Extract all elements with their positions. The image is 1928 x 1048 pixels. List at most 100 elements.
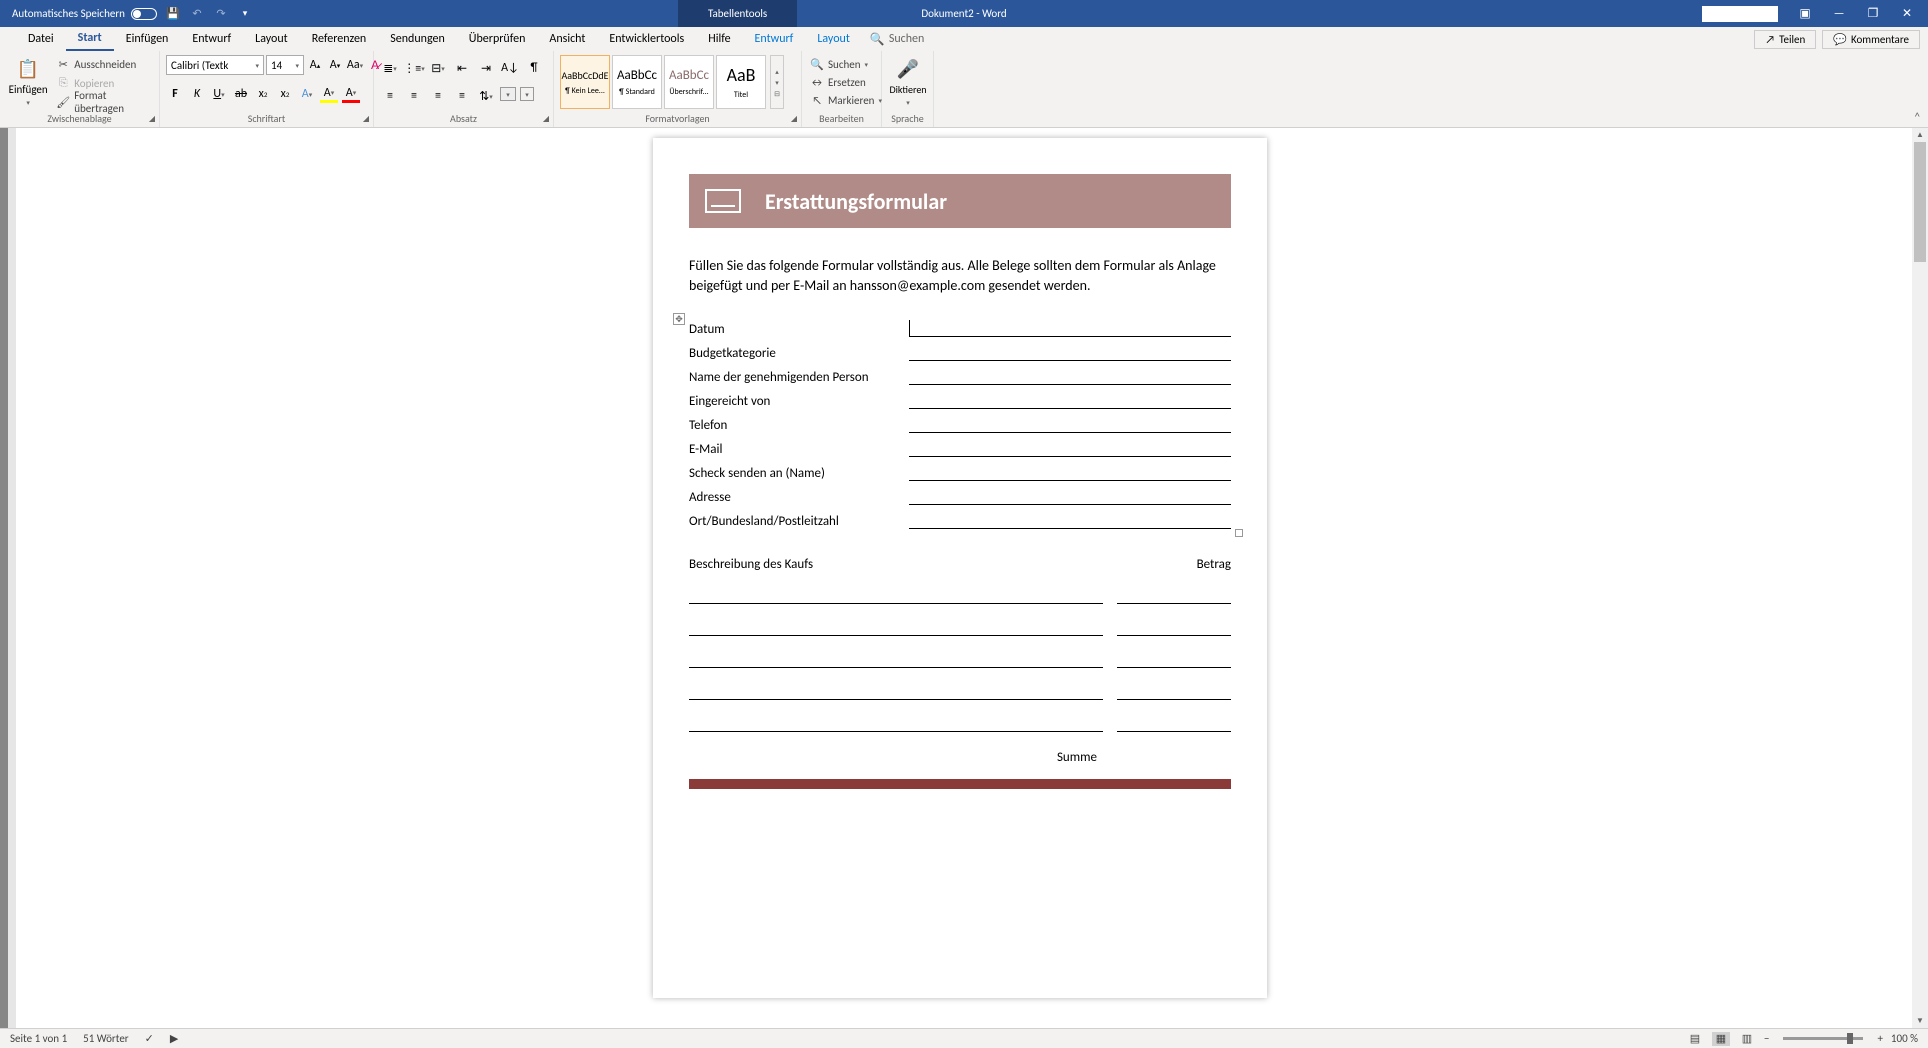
style-title[interactable]: AaBTitel (716, 55, 766, 109)
italic-button[interactable]: K (188, 85, 206, 103)
highlight-button[interactable]: A▾ (320, 85, 338, 103)
subscript-button[interactable]: x2 (254, 85, 272, 103)
tab-referenzen[interactable]: Referenzen (300, 28, 379, 50)
tab-einfuegen[interactable]: Einfügen (114, 28, 181, 50)
purchase-amount-line[interactable] (1117, 618, 1231, 636)
grow-font-icon[interactable]: A▴ (306, 56, 324, 74)
read-mode-icon[interactable]: ▤ (1686, 1032, 1704, 1046)
table-tools-tab[interactable]: Tabellentools (678, 0, 797, 27)
redo-icon[interactable]: ↷ (213, 6, 229, 22)
justify-button[interactable]: ≡ (452, 87, 472, 105)
vertical-scrollbar[interactable]: ▲ ▼ (1912, 128, 1928, 1028)
tab-ctx-entwurf[interactable]: Entwurf (743, 28, 806, 50)
style-no-spacing[interactable]: AaBbCcDdE¶ Kein Lee... (560, 55, 610, 109)
tell-me-search[interactable]: 🔍Suchen (862, 32, 932, 47)
tab-ansicht[interactable]: Ansicht (537, 28, 597, 50)
close-icon[interactable]: ✕ (1892, 3, 1922, 25)
purchase-amount-line[interactable] (1117, 682, 1231, 700)
zoom-in-button[interactable]: + (1877, 1032, 1882, 1045)
font-color-button[interactable]: A▾ (342, 85, 360, 103)
purchase-desc-line[interactable] (689, 586, 1103, 604)
change-case-icon[interactable]: Aa▾ (346, 56, 364, 74)
bullets-button[interactable]: ≣▾ (380, 59, 400, 77)
increase-indent-button[interactable]: ⇥ (476, 59, 496, 77)
cut-button[interactable]: ✂Ausschneiden (54, 55, 153, 73)
align-center-button[interactable]: ≡ (404, 87, 424, 105)
tab-datei[interactable]: Datei (16, 28, 66, 50)
borders-button[interactable]: ▾ (520, 87, 534, 101)
font-size-select[interactable]: 14▾ (266, 55, 304, 75)
multilevel-button[interactable]: ⊟▾ (428, 59, 448, 77)
decrease-indent-button[interactable]: ⇤ (452, 59, 472, 77)
line-spacing-button[interactable]: ⇅▾ (476, 87, 496, 105)
tab-layout[interactable]: Layout (243, 28, 300, 50)
shading-button[interactable]: ▾ (500, 87, 516, 101)
web-layout-icon[interactable]: ▥ (1738, 1032, 1756, 1046)
format-painter-button[interactable]: 🖌Format übertragen (54, 93, 153, 111)
doc-instructions[interactable]: Füllen Sie das folgende Formular vollstä… (689, 256, 1231, 295)
styles-more-button[interactable]: ▴▾⊟ (770, 55, 784, 109)
tab-sendungen[interactable]: Sendungen (378, 28, 457, 50)
dialog-launcher-icon[interactable]: ◢ (149, 114, 155, 124)
titlebar-search-input[interactable] (1702, 6, 1778, 22)
purchase-amount-line[interactable] (1117, 586, 1231, 604)
strikethrough-button[interactable]: ab (232, 85, 250, 103)
word-count[interactable]: 51 Wörter (83, 1032, 128, 1045)
purchase-desc-line[interactable] (689, 650, 1103, 668)
purchase-desc-line[interactable] (689, 618, 1103, 636)
collapse-ribbon-icon[interactable]: ^ (1907, 106, 1928, 127)
align-right-button[interactable]: ≡ (428, 87, 448, 105)
comments-button[interactable]: 💬Kommentare (1822, 30, 1920, 49)
align-left-button[interactable]: ≡ (380, 87, 400, 105)
field-input-line[interactable] (909, 384, 1231, 385)
sort-button[interactable]: A↓ (500, 59, 520, 77)
find-button[interactable]: 🔍Suchen▾ (808, 55, 884, 73)
toggle-switch-icon[interactable] (131, 8, 157, 20)
paste-button[interactable]: 📋 Einfügen ▾ (6, 55, 50, 109)
tab-hilfe[interactable]: Hilfe (696, 28, 742, 50)
text-effects-button[interactable]: A▾ (298, 85, 316, 103)
font-name-select[interactable]: Calibri (Textk▾ (166, 55, 264, 75)
show-marks-button[interactable]: ¶ (524, 59, 544, 77)
field-input-line[interactable] (909, 408, 1231, 409)
dialog-launcher-icon[interactable]: ◢ (791, 114, 797, 124)
scrollbar-thumb[interactable] (1914, 142, 1926, 262)
field-input-line[interactable] (909, 456, 1231, 457)
qat-customize-icon[interactable]: ▾ (237, 6, 253, 22)
style-standard[interactable]: AaBbCc¶ Standard (612, 55, 662, 109)
tab-start[interactable]: Start (66, 27, 114, 51)
field-input-line[interactable] (909, 480, 1231, 481)
select-button[interactable]: ↖Markieren▾ (808, 91, 884, 109)
field-input-line[interactable] (909, 528, 1231, 529)
dialog-launcher-icon[interactable]: ◢ (543, 114, 549, 124)
field-input-line[interactable] (909, 320, 1231, 337)
tab-ueberpruefen[interactable]: Überprüfen (457, 28, 538, 50)
dialog-launcher-icon[interactable]: ◢ (363, 114, 369, 124)
maximize-icon[interactable]: ❐ (1858, 3, 1888, 25)
zoom-out-button[interactable]: − (1764, 1032, 1769, 1045)
superscript-button[interactable]: x2 (276, 85, 294, 103)
share-button[interactable]: ↗Teilen (1754, 30, 1816, 49)
macro-icon[interactable]: ▶ (170, 1032, 178, 1045)
style-heading[interactable]: AaBbCcÜberschrif... (664, 55, 714, 109)
shrink-font-icon[interactable]: A▾ (326, 56, 344, 74)
save-icon[interactable]: 💾 (165, 6, 181, 22)
field-input-line[interactable] (909, 432, 1231, 433)
purchase-amount-line[interactable] (1117, 650, 1231, 668)
page-indicator[interactable]: Seite 1 von 1 (10, 1032, 67, 1045)
zoom-level[interactable]: 100 % (1891, 1032, 1918, 1045)
scroll-down-icon[interactable]: ▼ (1912, 1014, 1928, 1028)
tab-entwurf[interactable]: Entwurf (180, 28, 243, 50)
tab-ctx-layout[interactable]: Layout (805, 28, 862, 50)
bold-button[interactable]: F (166, 85, 184, 103)
autosave-toggle[interactable]: Automatisches Speichern (12, 7, 157, 20)
table-move-handle-icon[interactable]: ✥ (673, 313, 685, 325)
print-layout-icon[interactable]: ▦ (1712, 1032, 1730, 1046)
tab-entwicklertools[interactable]: Entwicklertools (597, 28, 696, 50)
table-resize-handle-icon[interactable] (1235, 529, 1243, 537)
undo-icon[interactable]: ↶ (189, 6, 205, 22)
purchase-desc-line[interactable] (689, 714, 1103, 732)
document-page[interactable]: Erstattungsformular Füllen Sie das folge… (653, 138, 1267, 998)
purchase-amount-line[interactable] (1117, 714, 1231, 732)
underline-button[interactable]: U▾ (210, 85, 228, 103)
